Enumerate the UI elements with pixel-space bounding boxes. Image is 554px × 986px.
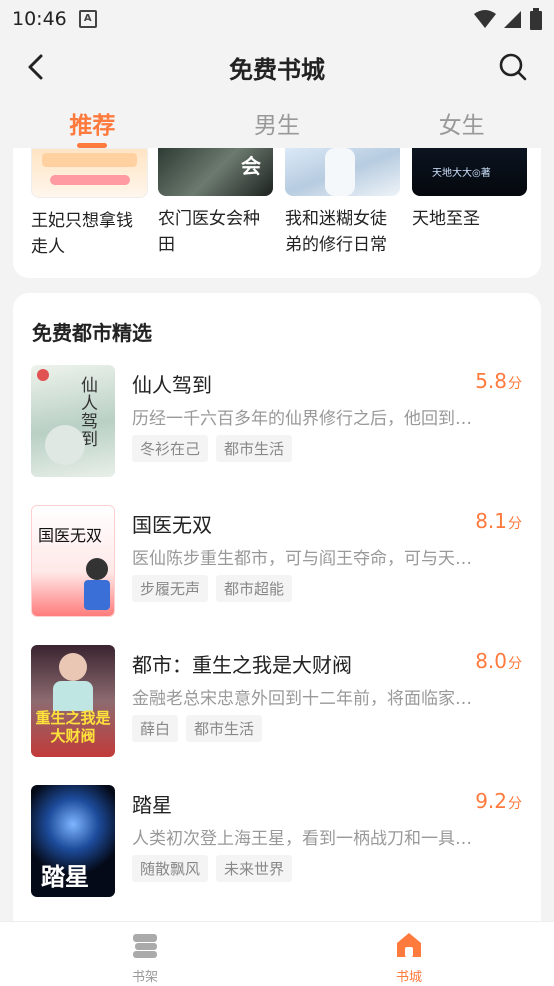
book-list-item[interactable]: 重生之我是大财阀 都市：重生之我是大财阀 8.0分 金融老总宋忠意外回到十二年前… [13,645,541,760]
book-description: 人类初次登上海王星，看到一柄战刀和一具… [132,829,472,849]
genre-tag: 都市生活 [186,715,263,742]
nav-label: 书城 [395,970,422,985]
bookshelf-icon [133,934,157,958]
score-value: 8.0 [475,649,507,673]
book-list-item[interactable]: 踏星 踏星 9.2分 人类初次登上海王星，看到一柄战刀和一具… 随散飘风 未来世… [13,785,541,900]
book-description: 金融老总宋忠意外回到十二年前，将面临家… [132,689,472,709]
book-title: 天地至圣 [412,209,480,229]
tab-recommend[interactable]: 推荐 [0,96,185,148]
nav-bookstore[interactable]: 书城 [369,930,449,985]
tab-label: 女生 [438,113,485,139]
genre-tag: 都市超能 [216,575,293,602]
cover-text: 天地大大◎著 [432,168,491,179]
genre-tag: 未来世界 [216,855,293,882]
back-arrow-icon[interactable] [22,52,50,82]
score-unit: 分 [508,376,522,392]
author-tag: 薛白 [132,715,179,742]
book-title: 我和迷糊女徒弟的修行日常 [285,209,387,255]
book-title: 仙人驾到 [132,373,212,397]
category-tabs: 推荐 男生 女生 [0,96,554,148]
cover-text: 仙人驾到 [81,376,98,450]
genre-tag: 都市生活 [216,435,293,462]
recommend-grid-card: 王妃只想拿钱走人 会 农门医女会种田 我和迷糊女徒弟的修行日常 天地大大◎著 天… [13,148,541,278]
nav-label: 书架 [131,970,158,985]
wifi-icon [474,10,496,28]
book-description: 医仙陈步重生都市，可与阎王夺命，可与天… [132,549,472,569]
notification-icon: A [78,10,97,28]
book-cover [285,148,400,196]
score-value: 8.1 [475,509,507,533]
nav-bookshelf[interactable]: 书架 [105,930,185,985]
book-cover [31,148,148,198]
author-tag: 步履无声 [132,575,209,602]
score-unit: 分 [508,796,522,812]
book-cover: 重生之我是大财阀 [31,645,115,757]
search-icon[interactable] [498,52,528,82]
book-cover: 踏星 [31,785,115,897]
home-icon [397,933,421,957]
book-description: 历经一千六百多年的仙界修行之后，他回到… [132,409,472,429]
book-list-item[interactable]: 仙人驾到 仙人驾到 5.8分 历经一千六百多年的仙界修行之后，他回到… 冬衫在己… [13,365,541,480]
status-bar: 10:46 A [0,0,554,38]
grid-book-item[interactable]: 天地大大◎著 天地至圣 [412,148,527,260]
score-unit: 分 [508,656,522,672]
free-urban-section: 免费都市精选 仙人驾到 仙人驾到 5.8分 历经一千六百多年的仙界修行之后，他回… [13,293,541,921]
book-cover: 天地大大◎著 [412,148,527,196]
signal-icon [504,11,521,28]
bottom-nav: 书架 书城 [0,921,554,986]
top-navbar: 免费书城 [0,38,554,96]
book-cover: 国医无双 [31,505,115,617]
cover-text: 踏星 [41,863,89,891]
page-title: 免费书城 [229,55,325,84]
status-time: 10:46 [12,8,67,30]
book-score: 8.1分 [475,509,522,533]
book-list-item[interactable]: 国医无双 国医无双 8.1分 医仙陈步重生都市，可与阎王夺命，可与天… 步履无声… [13,505,541,620]
cover-text: 国医无双 [38,526,103,545]
book-score: 8.0分 [475,649,522,673]
book-title: 王妃只想拿钱走人 [31,211,133,257]
score-value: 5.8 [475,369,507,393]
score-unit: 分 [508,516,522,532]
book-title: 踏星 [132,793,172,817]
book-title: 农门医女会种田 [158,209,260,255]
grid-book-item[interactable]: 会 农门医女会种田 [158,148,273,260]
book-cover: 仙人驾到 [31,365,115,477]
content-scroll[interactable]: 王妃只想拿钱走人 会 农门医女会种田 我和迷糊女徒弟的修行日常 天地大大◎著 天… [0,148,554,921]
book-title: 都市：重生之我是大财阀 [132,653,352,677]
status-icons [474,8,542,30]
author-tag: 冬衫在己 [132,435,209,462]
grid-book-item[interactable]: 王妃只想拿钱走人 [31,148,148,260]
book-score: 5.8分 [475,369,522,393]
book-title: 国医无双 [132,513,212,537]
author-tag: 随散飘风 [132,855,209,882]
book-cover: 会 [158,148,273,196]
book-score: 9.2分 [475,789,522,813]
tab-female[interactable]: 女生 [369,96,554,148]
section-title: 免费都市精选 [32,321,152,345]
tab-label: 推荐 [69,113,116,139]
tab-male[interactable]: 男生 [185,96,370,148]
battery-icon [530,8,542,30]
tab-label: 男生 [254,113,300,139]
cover-text: 重生之我是大财阀 [35,709,111,745]
score-value: 9.2 [475,789,507,813]
grid-book-item[interactable]: 我和迷糊女徒弟的修行日常 [285,148,400,260]
cover-text: 会 [241,154,261,178]
